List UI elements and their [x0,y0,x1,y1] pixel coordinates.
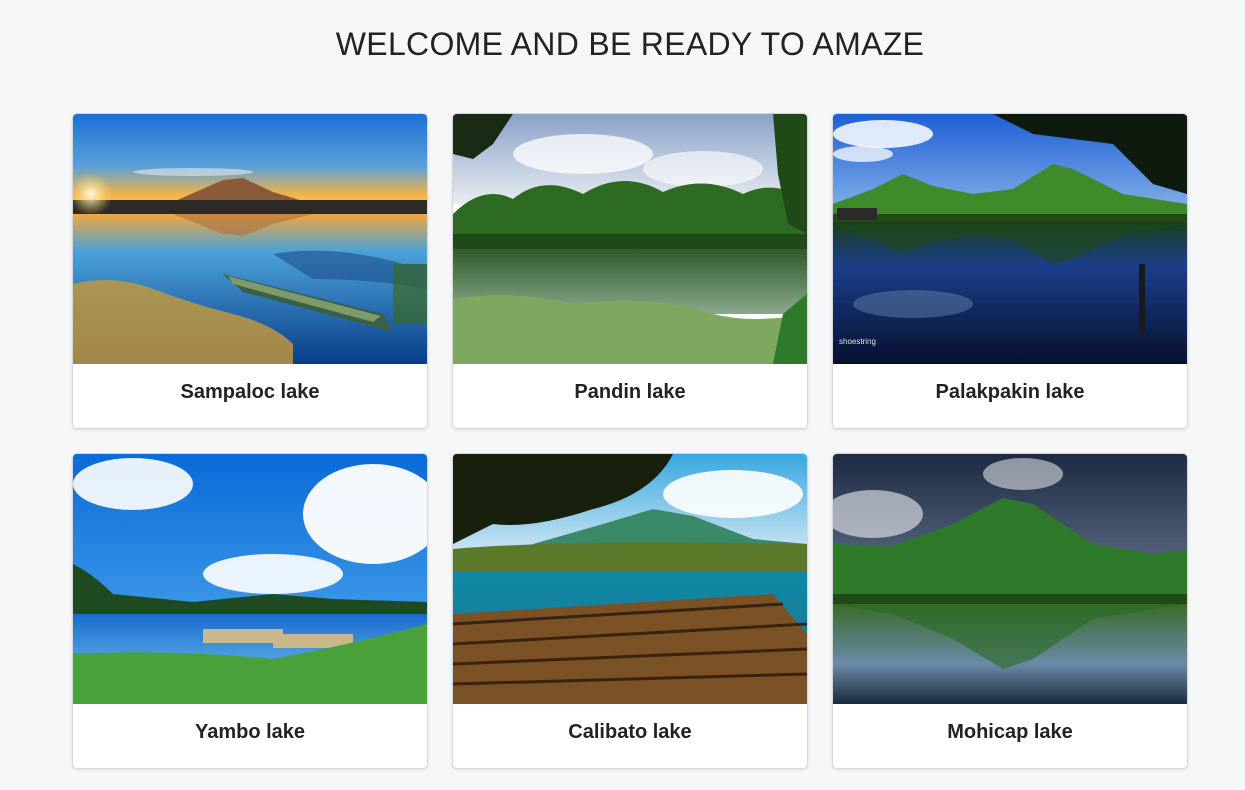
card-title[interactable]: Palakpakin lake [936,381,1085,404]
lake-card[interactable]: Mohicap lake [832,453,1188,769]
lake-photo[interactable]: shoestring [833,114,1187,364]
svg-text:shoestring: shoestring [839,337,876,346]
lake-card[interactable]: shoestring Palakpakin lake [832,113,1188,429]
card-title[interactable]: Pandin lake [574,381,685,404]
card-body: Palakpakin lake [833,364,1187,428]
page-title: WELCOME AND BE READY TO AMAZE [335,26,925,62]
lake-card[interactable]: Yambo lake [72,453,428,769]
card-title[interactable]: Yambo lake [195,721,305,744]
card-body: Calibato lake [453,704,807,768]
card-body: Mohicap lake [833,704,1187,768]
lake-card[interactable]: Pandin lake [452,113,808,429]
lake-photo[interactable] [453,454,807,704]
card-title[interactable]: Calibato lake [568,721,691,744]
card-body: Pandin lake [453,364,807,428]
lake-card[interactable]: Calibato lake [452,453,808,769]
lake-photo[interactable] [833,454,1187,704]
card-title[interactable]: Mohicap lake [947,721,1073,744]
card-body: Yambo lake [73,704,427,768]
card-title[interactable]: Sampaloc lake [181,381,320,404]
card-body: Sampaloc lake [73,364,427,428]
lake-photo[interactable] [453,114,807,364]
lake-gallery: Sampaloc lake Pandin lake shoestring Pal… [72,113,1188,769]
lake-photo[interactable] [73,114,427,364]
lake-card[interactable]: Sampaloc lake [72,113,428,429]
lake-photo[interactable] [73,454,427,704]
